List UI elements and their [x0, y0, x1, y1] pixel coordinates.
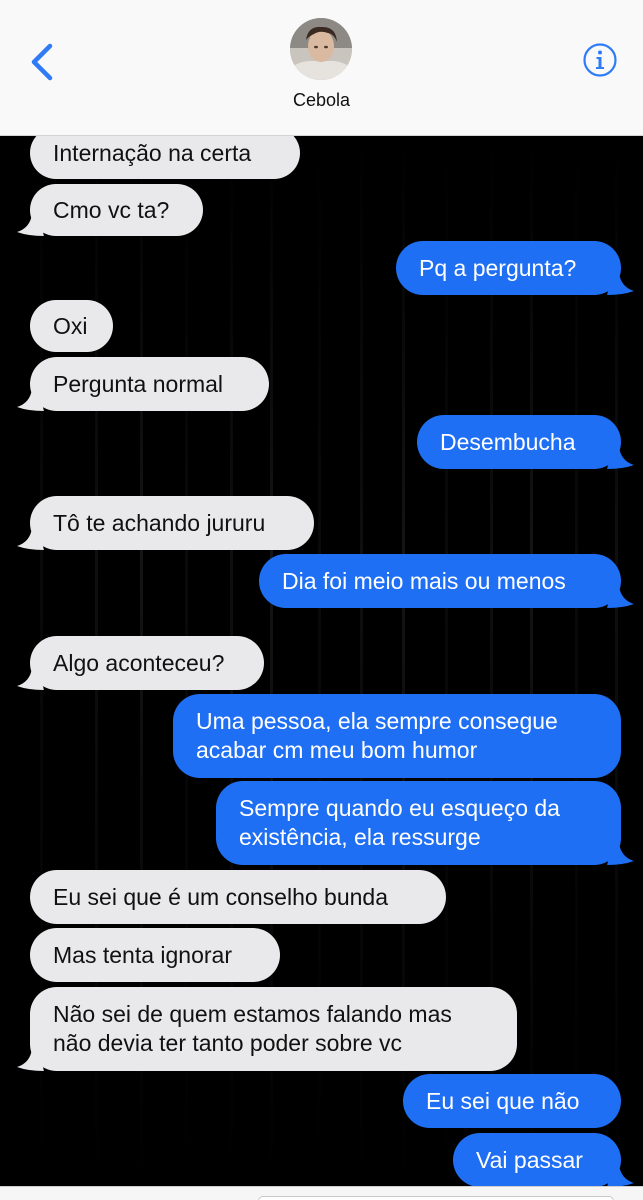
incoming-message-bubble[interactable]: Cmo vc ta? [30, 184, 203, 236]
outgoing-message-bubble[interactable]: Eu sei que não [403, 1074, 621, 1128]
bubble-tail [607, 273, 634, 295]
message-text: Eu sei que é um conselho bunda [53, 883, 389, 910]
bubble-tail [607, 843, 634, 865]
message-text: Desembucha [440, 428, 576, 455]
message-text: Sempre quando eu esqueço da existência, e… [239, 795, 560, 850]
incoming-message-bubble[interactable]: Algo aconteceu? [30, 636, 264, 690]
bubble-tail [17, 214, 44, 236]
message-text: Eu sei que não [426, 1087, 580, 1114]
message-text: Oxi [53, 312, 88, 339]
message-text: Vai passar [476, 1146, 583, 1173]
outgoing-message-bubble[interactable]: Pq a pergunta? [396, 241, 621, 295]
contact-name[interactable]: Cebola [0, 90, 643, 111]
message-text: Internação na certa [53, 139, 252, 166]
bubble-tail [607, 1165, 634, 1186]
bubble-tail [17, 1049, 44, 1071]
contact-avatar[interactable] [290, 18, 352, 80]
message-text: Não sei de quem estamos falando mas não d… [53, 1001, 452, 1056]
message-text: Pq a pergunta? [419, 254, 577, 281]
info-icon [583, 43, 617, 77]
message-text: Mas tenta ignorar [53, 941, 232, 968]
chevron-left-icon [31, 43, 53, 81]
outgoing-message-bubble[interactable]: Desembucha [417, 415, 621, 469]
incoming-message-bubble[interactable]: Não sei de quem estamos falando mas não d… [30, 987, 517, 1071]
bubble-tail [607, 586, 634, 608]
bubble-tail [607, 447, 634, 469]
message-text: Pergunta normal [53, 370, 224, 397]
incoming-message-bubble[interactable]: Internação na certa [30, 136, 300, 179]
incoming-message-bubble[interactable]: Eu sei que é um conselho bunda [30, 870, 446, 924]
outgoing-message-bubble[interactable]: Sempre quando eu esqueço da existência, e… [216, 781, 621, 865]
incoming-message-bubble[interactable]: Tô te achando jururu [30, 496, 314, 550]
conversation-header: Cebola [0, 0, 643, 136]
compose-bar [0, 1186, 643, 1200]
avatar-photo [290, 18, 352, 80]
incoming-message-bubble[interactable]: Pergunta normal [30, 357, 269, 411]
outgoing-message-bubble[interactable]: Uma pessoa, ela sempre consegue acabar cm… [173, 694, 621, 778]
message-text: Dia foi meio mais ou menos [282, 567, 566, 594]
bubble-tail [17, 528, 44, 550]
bubble-tail [17, 389, 44, 411]
bubble-tail [17, 668, 44, 690]
outgoing-message-bubble[interactable]: Vai passar [453, 1133, 621, 1186]
message-list[interactable]: Internação na certa Cmo vc ta? Pq a pergun… [0, 136, 643, 1186]
message-text: Uma pessoa, ela sempre consegue acabar cm… [196, 708, 558, 763]
message-text: Tô te achando jururu [53, 509, 266, 536]
info-button[interactable] [582, 42, 618, 78]
message-input[interactable] [258, 1196, 614, 1200]
message-text: Algo aconteceu? [53, 649, 225, 676]
back-button[interactable] [26, 40, 60, 84]
message-text: Cmo vc ta? [53, 196, 170, 223]
outgoing-message-bubble[interactable]: Dia foi meio mais ou menos [259, 554, 621, 608]
incoming-message-bubble[interactable]: Oxi [30, 300, 113, 352]
incoming-message-bubble[interactable]: Mas tenta ignorar [30, 928, 280, 982]
